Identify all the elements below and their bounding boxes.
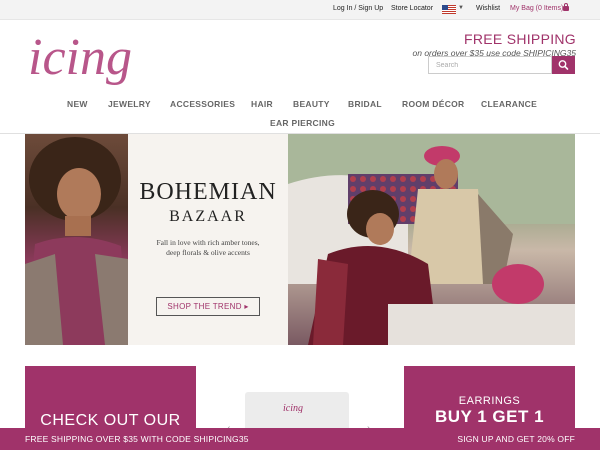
promo-earrings-label: EARRINGS bbox=[458, 395, 521, 407]
promo-earrings-tile[interactable]: EARRINGS BUY 1 GET 1 bbox=[404, 366, 575, 428]
nav-item-ear-piercing[interactable]: EAR PIERCING bbox=[270, 118, 335, 128]
promo-check-out-tile[interactable]: CHECK OUT OUR bbox=[25, 366, 196, 429]
hero-photo-left bbox=[25, 134, 128, 345]
free-shipping-title: FREE SHIPPING bbox=[463, 31, 576, 47]
free-shipping-banner: FREE SHIPPING on orders over $35 use cod… bbox=[413, 31, 576, 58]
hero-text-panel: BOHEMIAN BAZAAR Fall in love with rich a… bbox=[128, 134, 288, 345]
nav-item-beauty[interactable]: BEAUTY bbox=[293, 99, 330, 109]
utility-bar: Log In / Sign Up Store Locator ▼ Wishlis… bbox=[0, 0, 600, 20]
search-button[interactable] bbox=[552, 56, 575, 74]
hero-banner[interactable]: BOHEMIAN BAZAAR Fall in love with rich a… bbox=[25, 134, 575, 345]
svg-text:icing: icing bbox=[28, 29, 132, 86]
nav-item-clearance[interactable]: CLEARANCE bbox=[481, 99, 537, 109]
jewelry-card-image: icing bbox=[245, 392, 349, 432]
bottom-free-shipping-text[interactable]: FREE SHIPPING OVER $35 WITH CODE SHIPICI… bbox=[25, 434, 249, 444]
search-input[interactable] bbox=[428, 56, 552, 74]
nav-item-hair[interactable]: HAIR bbox=[251, 99, 273, 109]
search-icon bbox=[558, 60, 569, 70]
hero-photo-right bbox=[288, 134, 575, 345]
my-bag-link[interactable]: My Bag (0 Items) bbox=[510, 5, 563, 12]
hero-subtitle: BAZAAR bbox=[169, 208, 247, 225]
nav-item-room-decor[interactable]: ROOM DÉCOR bbox=[402, 99, 465, 109]
promo-jewelry-tile[interactable]: ‹ icing › bbox=[196, 366, 404, 434]
nav-item-jewelry[interactable]: JEWELRY bbox=[108, 99, 151, 109]
icing-logo[interactable]: icing bbox=[24, 24, 142, 92]
lock-icon bbox=[563, 3, 569, 11]
bottom-promo-bar: FREE SHIPPING OVER $35 WITH CODE SHIPICI… bbox=[0, 428, 600, 450]
bottom-signup-text[interactable]: SIGN UP AND GET 20% OFF bbox=[457, 434, 575, 444]
promo-bogo-label: BUY 1 GET 1 bbox=[434, 407, 545, 426]
hero-title: BOHEMIAN bbox=[139, 179, 277, 205]
shop-the-trend-button[interactable]: SHOP THE TREND ▸ bbox=[156, 297, 260, 316]
nav-item-new[interactable]: NEW bbox=[67, 99, 88, 109]
store-locator-link[interactable]: Store Locator bbox=[391, 5, 433, 12]
nav-item-bridal[interactable]: BRIDAL bbox=[348, 99, 382, 109]
wishlist-link[interactable]: Wishlist bbox=[476, 5, 500, 12]
card-logo: icing bbox=[283, 403, 303, 413]
chevron-down-icon[interactable]: ▼ bbox=[458, 5, 464, 11]
nav-item-accessories[interactable]: ACCESSORIES bbox=[170, 99, 235, 109]
svg-text:icing: icing bbox=[283, 403, 303, 413]
login-link[interactable]: Log In / Sign Up bbox=[333, 5, 383, 12]
us-flag-icon[interactable] bbox=[442, 5, 456, 14]
hero-copy: Fall in love with rich amber tones, deep… bbox=[156, 238, 260, 257]
